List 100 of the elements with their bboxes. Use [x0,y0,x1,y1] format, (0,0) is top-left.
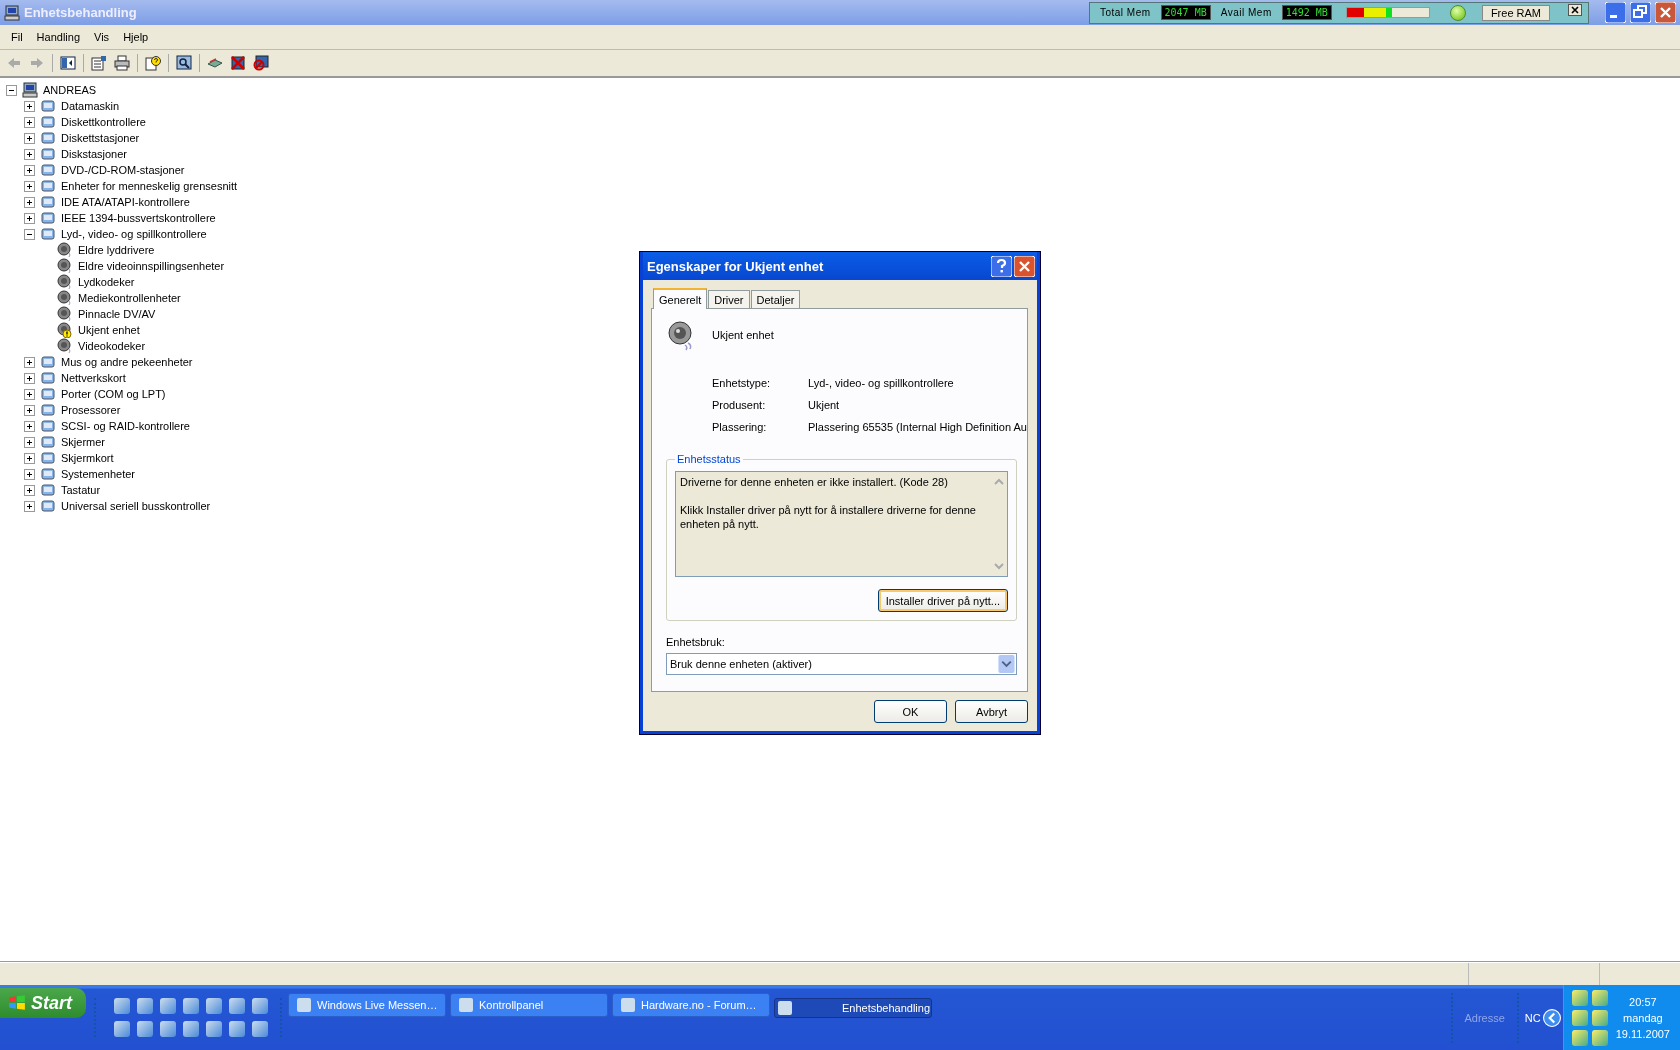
usage-dropdown[interactable]: Bruk denne enheten (aktiver) [666,653,1017,675]
tree-item[interactable]: Lydkodeker [76,276,137,288]
expand-toggle[interactable] [24,180,35,192]
help-icon[interactable] [991,255,1012,277]
expand-toggle[interactable] [24,132,35,144]
property-value: Ukjent [808,399,841,411]
printer-icon[interactable] [114,55,130,71]
tree-item[interactable]: Ukjent enhet [76,324,142,336]
tree-item[interactable]: Enheter for menneskelig grensesnitt [59,180,240,192]
minimize-icon[interactable] [1605,2,1626,23]
menu-item[interactable]: Hjelp [116,31,156,43]
tree-item[interactable]: IDE ATA/ATAPI-kontrollere [59,196,192,208]
chevron-left-icon[interactable] [1542,1008,1561,1027]
dialog-title: Egenskaper for Ukjent enhet [647,258,825,274]
tree-item[interactable]: Tastatur [59,484,103,496]
expand-toggle[interactable] [24,388,35,400]
taskbar-button[interactable]: Kontrollpanel [450,993,608,1017]
expand-toggle[interactable] [24,436,35,448]
tree-item[interactable]: Systemenheter [59,468,137,480]
tree-item[interactable]: Videokodeker [76,340,148,352]
expand-toggle[interactable] [24,148,35,160]
tree-item[interactable]: Mediekontrollenheter [76,292,183,304]
reinstall-driver-button[interactable]: Installer driver på nytt... [877,589,1008,612]
avail-mem-label: Avail Mem [1219,7,1273,18]
tab[interactable]: Generelt [653,288,708,309]
tree-item[interactable]: IEEE 1394-bussvertskontrollere [59,212,218,224]
expand-toggle[interactable] [24,164,35,176]
properties-icon[interactable] [91,55,107,71]
usage-label: Enhetsbruk: [666,636,726,648]
property-value: Plassering 65535 (Internal High Definition Au [808,421,1027,433]
expand-toggle[interactable] [24,196,35,208]
total-mem-label: Total Mem [1098,7,1152,18]
expand-toggle[interactable] [24,468,35,480]
tree-item[interactable]: ANDREAS [41,84,99,96]
windows-flag-icon [8,994,26,1012]
tree-item[interactable]: SCSI- og RAID-kontrollere [59,420,192,432]
menu-item[interactable]: Vis [87,31,117,43]
expand-toggle[interactable] [24,100,35,112]
tree-item[interactable]: Eldre lyddrivere [76,244,157,256]
close-icon[interactable] [1568,3,1582,16]
tree-item[interactable]: Eldre videoinnspillingsenheter [76,260,227,272]
disable-icon[interactable] [253,55,269,71]
uninstall-icon[interactable] [230,55,246,71]
dialog-button[interactable]: OK [874,700,947,723]
scan-icon[interactable] [176,55,192,71]
taskbar-button[interactable]: Windows Live Messen… [288,993,446,1017]
dialog-button[interactable]: Avbryt [955,700,1028,723]
tree-item[interactable]: Prosessorer [59,404,123,416]
tree-item[interactable]: Lyd-, video- og spillkontrollere [59,228,209,240]
clock-time: 20:57 [1629,995,1657,1008]
tree-item[interactable]: Pinnacle DV/AV [76,308,158,320]
clock-date: 19.11.2007 [1615,1027,1670,1040]
menu-item[interactable]: Handling [29,31,88,43]
restore-icon[interactable] [1630,2,1651,23]
help-icon[interactable] [145,55,161,71]
taskbar-button[interactable]: Hardware.no - Forum… [612,993,770,1017]
tab[interactable]: Driver [708,290,750,308]
property-label: Enhetstype: [712,377,772,389]
collapse-toggle[interactable] [24,228,35,240]
expand-toggle[interactable] [24,420,35,432]
tree-item[interactable]: Diskettkontrollere [59,116,148,128]
property-value: Lyd-, video- og spillkontrollere [808,377,955,389]
tree-item[interactable]: Mus og andre pekeenheter [59,356,195,368]
expand-toggle[interactable] [24,116,35,128]
tree-item[interactable]: Skjermer [59,436,107,448]
expand-toggle[interactable] [24,484,35,496]
tree-item[interactable]: Datamaskin [59,100,122,112]
tab[interactable]: Detaljer [750,290,801,308]
taskbar-button[interactable]: Enhetsbehandling [774,998,932,1018]
total-mem-value: 2047 MB [1160,5,1211,20]
computer-icon [4,4,20,21]
expand-toggle[interactable] [24,404,35,416]
expand-toggle[interactable] [24,372,35,384]
tree-item[interactable]: Universal seriell busskontroller [59,500,213,512]
tray-icon[interactable] [1591,1009,1608,1026]
tray-icon[interactable] [1591,989,1608,1006]
status-text: Driverne for denne enheten er ikke installert. (Kode 28) Klikk Installer driver på nytt for å installere driverne for denne enheten på nytt. [679,475,977,532]
tree-item[interactable]: Nettverkskort [59,372,128,384]
start-button[interactable]: Start [0,988,86,1018]
tree-item[interactable]: Diskettstasjoner [59,132,142,144]
expand-toggle[interactable] [24,212,35,224]
property-label: Produsent: [712,399,767,411]
expand-toggle[interactable] [24,452,35,464]
clock-day: mandag [1623,1011,1663,1024]
collapse-toggle[interactable] [6,84,17,96]
menu-item[interactable]: Fil [4,31,30,43]
tray-icon[interactable] [1591,1029,1608,1046]
expand-toggle[interactable] [24,356,35,368]
tree-item[interactable]: Skjermkort [59,452,116,464]
tree-item[interactable]: DVD-/CD-ROM-stasjoner [59,164,187,176]
tree-item[interactable]: Porter (COM og LPT) [59,388,168,400]
tray-icon[interactable] [1571,1029,1588,1046]
free-ram-button[interactable]: Free RAM [1481,4,1550,21]
tray-icon[interactable] [1571,989,1588,1006]
expand-toggle[interactable] [24,500,35,512]
toolbar-label[interactable]: NC [1524,1011,1541,1024]
computer-icon [22,82,38,98]
tree-item[interactable]: Diskstasjoner [59,148,130,160]
panel-icon[interactable] [60,55,76,71]
tray-icon[interactable] [1571,1009,1588,1026]
